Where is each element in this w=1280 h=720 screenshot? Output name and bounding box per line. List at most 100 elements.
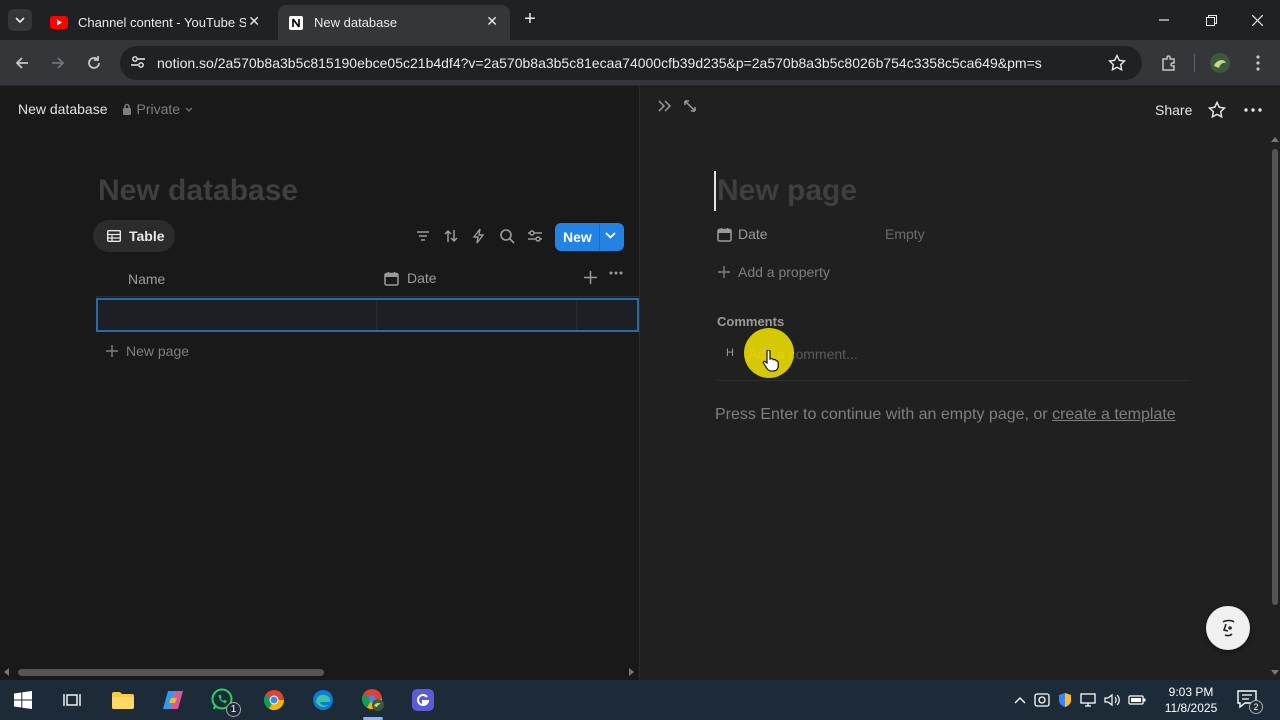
topbar-breadcrumb: New database Private (18, 101, 193, 117)
chrome-button[interactable] (259, 686, 289, 714)
share-button[interactable]: Share (1155, 102, 1192, 118)
breadcrumb-database[interactable]: New database (18, 101, 108, 117)
create-template-link[interactable]: create a template (1052, 406, 1176, 423)
favorite-button[interactable] (1208, 101, 1226, 119)
chevron-down-icon (605, 232, 616, 239)
browser-tab-strip: Channel content - YouTube Studio ✕ New d… (0, 0, 1280, 40)
new-page-label: New page (126, 343, 190, 359)
add-property-button[interactable]: Add a property (718, 264, 830, 280)
page-title-input[interactable]: New page (717, 174, 857, 208)
scroll-up-arrow[interactable] (1271, 137, 1279, 142)
profile-avatar[interactable] (1208, 51, 1232, 75)
tray-app-button[interactable] (1034, 693, 1050, 707)
view-tab-label: Table (129, 228, 165, 244)
expand-icon (684, 100, 696, 112)
column-more-button[interactable] (609, 271, 623, 275)
site-info-button[interactable] (130, 54, 146, 70)
new-options-dropdown[interactable] (605, 232, 616, 239)
close-window-button[interactable] (1234, 0, 1280, 40)
whatsapp-button[interactable]: 1 (208, 686, 241, 717)
clock-date: 11/8/2025 (1164, 701, 1218, 715)
notification-center-button[interactable]: 2 (1236, 688, 1263, 714)
automation-button[interactable] (470, 227, 488, 245)
taskbar-clock[interactable]: 9:03 PM 11/8/2025 (1158, 684, 1224, 716)
reload-button[interactable] (82, 51, 106, 75)
close-icon[interactable]: ✕ (486, 13, 498, 30)
tray-overflow-button[interactable] (1014, 696, 1026, 704)
copilot-button[interactable] (158, 686, 188, 714)
column-header-date[interactable]: Date (384, 270, 437, 286)
column-header-name[interactable]: Name (128, 271, 165, 287)
battery-button[interactable] (1128, 694, 1146, 706)
table-icon (107, 230, 121, 242)
privacy-selector[interactable]: Private (122, 101, 194, 117)
search-icon (500, 229, 515, 244)
cell-divider (376, 300, 377, 330)
address-bar[interactable]: notion.so/2a570b8a3b5c815190ebce05c21b4d… (120, 46, 1142, 80)
edge-icon (313, 690, 333, 710)
speaker-icon (1104, 693, 1120, 707)
column-header-date-label: Date (407, 270, 437, 286)
task-view-button[interactable] (57, 686, 87, 714)
extensions-button[interactable] (1157, 51, 1181, 75)
plus-icon (584, 271, 597, 284)
filter-button[interactable] (414, 227, 432, 245)
property-date-label: Date (738, 226, 768, 242)
tab-new-database[interactable]: New database ✕ (278, 5, 510, 40)
property-date[interactable]: Date (717, 226, 768, 242)
toolbar-divider (1194, 54, 1195, 72)
search-button[interactable] (498, 227, 516, 245)
scroll-down-arrow[interactable] (1271, 670, 1279, 675)
restore-button[interactable] (1188, 0, 1234, 40)
more-horizontal-icon (1244, 108, 1262, 112)
new-tab-button[interactable]: + (520, 9, 540, 30)
add-new-page-row[interactable]: New page (106, 343, 189, 359)
close-icon[interactable]: ✕ (248, 13, 260, 30)
chrome-profile-button[interactable] (358, 686, 388, 720)
divider (717, 380, 1189, 381)
sort-button[interactable] (442, 227, 460, 245)
property-date-value[interactable]: Empty (885, 226, 925, 242)
view-settings-button[interactable] (526, 227, 544, 245)
star-icon (1108, 54, 1126, 72)
scrollbar-thumb[interactable] (1272, 149, 1278, 605)
file-explorer-button[interactable] (108, 686, 138, 714)
tray-security-button[interactable] (1058, 692, 1072, 708)
add-column-button[interactable] (584, 271, 597, 284)
browser-menu-button[interactable] (1246, 51, 1270, 75)
edge-button[interactable] (308, 686, 338, 714)
more-horizontal-icon (609, 271, 623, 275)
url-text: notion.so/2a570b8a3b5c815190ebce05c21b4d… (157, 55, 1042, 71)
start-button[interactable] (8, 686, 38, 714)
view-tab-table[interactable]: Table (93, 220, 175, 252)
network-button[interactable] (1080, 693, 1096, 707)
notion-icon (289, 15, 303, 30)
volume-button[interactable] (1104, 693, 1120, 707)
scroll-left-arrow[interactable] (4, 668, 9, 676)
minimize-button[interactable] (1141, 0, 1187, 40)
privacy-label: Private (136, 101, 181, 117)
bookmark-button[interactable] (1108, 54, 1126, 72)
close-peek-button[interactable] (658, 100, 672, 112)
page-more-button[interactable] (1244, 108, 1262, 112)
tab-youtube-studio[interactable]: Channel content - YouTube Studio ✕ (40, 5, 272, 40)
database-title[interactable]: New database (98, 174, 298, 208)
forward-button[interactable] (46, 51, 70, 75)
scroll-right-arrow[interactable] (629, 668, 634, 676)
horizontal-scrollbar[interactable] (0, 665, 639, 679)
add-property-label: Add a property (738, 264, 830, 280)
new-record-button[interactable]: New (555, 223, 624, 251)
chrome-profile-icon (362, 689, 384, 711)
scrollbar-thumb[interactable] (18, 669, 324, 676)
folder-icon (112, 692, 134, 709)
table-row[interactable] (96, 298, 639, 332)
help-button[interactable] (1206, 606, 1250, 650)
restore-icon (1205, 14, 1217, 26)
back-button[interactable] (10, 51, 34, 75)
shield-icon (1059, 693, 1071, 707)
vertical-scrollbar[interactable] (1269, 133, 1280, 680)
app-g-button[interactable] (408, 686, 438, 714)
expand-page-button[interactable] (684, 100, 696, 112)
tab-search-button[interactable] (8, 9, 32, 31)
cell-divider (576, 300, 577, 330)
